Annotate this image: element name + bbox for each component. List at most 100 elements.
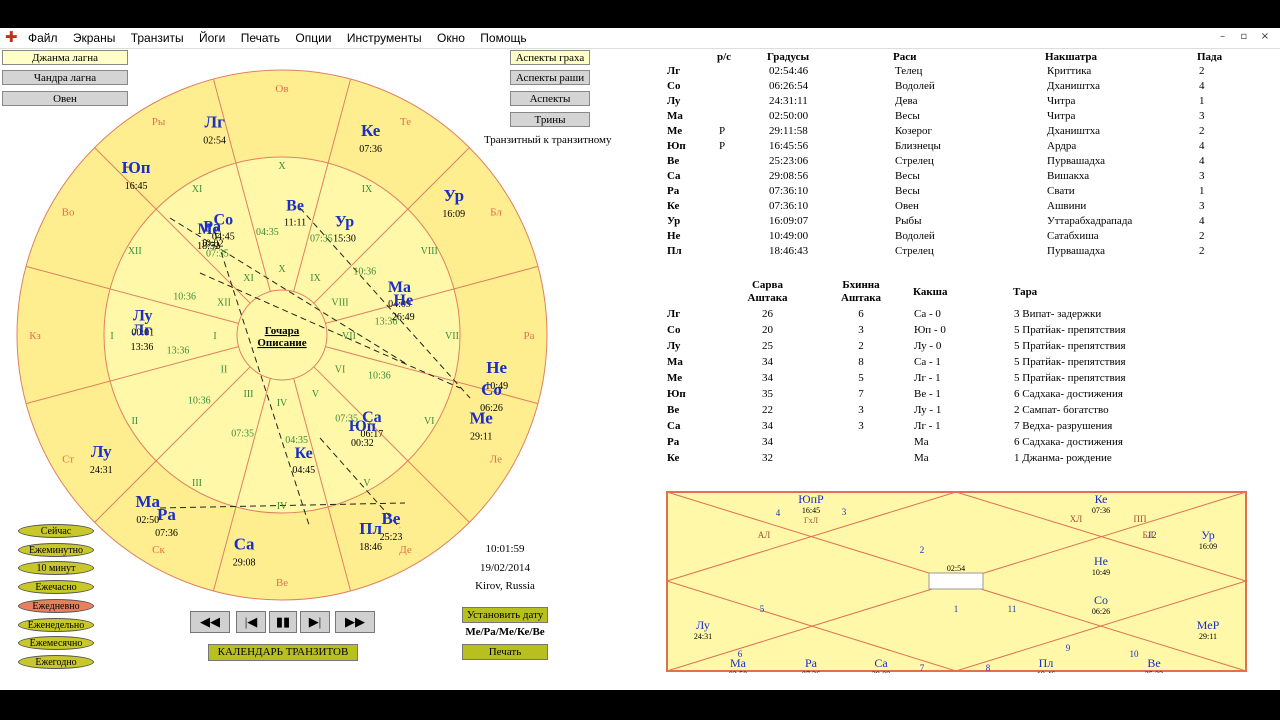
transit-planet[interactable]: Со [481,380,502,399]
chart-planet-degree: 24:31 [694,632,712,641]
menu-print[interactable]: Печать [235,28,286,48]
close-icon[interactable]: × [1256,28,1274,46]
house-number: XII [128,246,142,257]
pause-button[interactable]: ▮▮ [269,611,297,633]
position-cell: Близнецы [895,140,941,152]
sign-label: Бл [490,207,502,219]
transit-planet[interactable]: Лг [204,113,225,132]
transit-planet[interactable]: Ве [382,509,401,528]
house-number: V [363,478,371,489]
menu-bar: ✚ Файл Экраны Транзиты Йоги Печать Опции… [0,28,1280,49]
position-cell: Сатабхиша [1047,230,1099,242]
col-bhinna: Бхинна Аштака [841,279,881,304]
menu-options[interactable]: Опции [289,28,337,48]
natal-planet[interactable]: Ра [203,218,221,235]
restore-icon[interactable]: ▫ [1235,28,1253,46]
natal-planet[interactable]: Лг [132,322,151,339]
transit-planet-degree: 02:50 [136,515,159,526]
position-cell: Ма [667,110,683,122]
freq-minute[interactable]: Ежеминутно [18,543,94,557]
natal-planet[interactable]: Ке [295,445,313,462]
center-description[interactable]: Описание [257,337,306,349]
minimize-icon[interactable]: – [1214,28,1232,46]
chart-planet: Ве [1147,656,1160,670]
ashtaka-cell: Са - 0 [914,308,941,320]
menu-help[interactable]: Помощь [474,28,532,48]
chart-planet-degree: 02:54 [947,564,965,573]
ashtaka-cell: Ра [667,436,680,448]
natal-planet[interactable]: Ур [335,214,354,231]
set-date-button[interactable]: Установить дату [462,607,548,623]
transit-planet[interactable]: Ур [444,186,465,205]
col-tara: Тара [1013,285,1038,298]
fast-forward-button[interactable]: ▶▶ [335,611,375,633]
ashtaka-row: Лг 26 6 Са - 0 3 Випат- задержки [665,306,1242,322]
freq-hour[interactable]: Ежечасно [18,580,94,594]
chart-house-number: 12 [1148,530,1157,540]
app-logo-icon: ✚ [5,29,18,46]
ashtaka-row: Ке 32 Ма 1 Джанма- рождение [665,450,1242,466]
ashtaka-cell: 32 [762,452,773,464]
natal-planet[interactable]: Не [394,292,414,309]
natal-planet[interactable]: Ве [286,198,304,215]
ashtaka-cell: 6 Садхака- достижения [1014,436,1123,448]
position-row: Са 29:08:56 Весы Вишакха 3 [665,169,1233,184]
col-retro: р/с [717,51,732,63]
transit-planet[interactable]: Ке [361,121,381,140]
step-back-button[interactable]: |◀ [236,611,266,633]
ashtaka-cell: Юп [667,388,686,400]
menu-window[interactable]: Окно [431,28,471,48]
print-button[interactable]: Печать [462,644,548,660]
chart-planet: Со [1094,593,1108,607]
freq-week[interactable]: Еженедельно [18,618,94,632]
chart-planet-degree: 07:36 [1092,506,1110,515]
position-cell: 4 [1199,140,1205,152]
menu-yogas[interactable]: Йоги [193,28,231,48]
ashtaka-cell: 5 Пратйак- препятствия [1014,340,1126,352]
position-row: Пл 18:46:43 Стрелец Пурвашадха 2 [665,244,1233,259]
transit-calendar-button[interactable]: КАЛЕНДАРЬ ТРАНЗИТОВ [208,644,358,661]
transit-planet[interactable]: Ра [157,505,176,524]
ashtaka-cell: 34 [762,356,773,368]
house-number: VI [424,416,435,427]
natal-planet-degree: 04:45 [292,465,315,476]
position-cell: Телец [895,65,923,77]
transit-planet[interactable]: Пл [359,519,382,538]
natal-planet-degree: 11:11 [284,218,306,229]
position-cell: Ра [667,185,680,197]
rewind-button[interactable]: ◀◀ [190,611,230,633]
house-cusp-time: 04:35 [256,227,279,238]
position-cell: Ур [667,215,681,227]
transit-planet[interactable]: Юп [122,158,151,177]
position-cell: 1 [1199,95,1205,107]
position-cell: 3 [1199,110,1205,122]
freq-day[interactable]: Ежедневно [18,599,94,613]
menu-tools[interactable]: Инструменты [341,28,428,48]
menu-transits[interactable]: Транзиты [125,28,190,48]
house-number: V [312,389,320,400]
ashtaka-cell: 2 [858,340,864,352]
step-forward-button[interactable]: ▶| [300,611,330,633]
transit-planet[interactable]: Са [234,535,255,554]
freq-now[interactable]: Сейчас [18,524,94,538]
position-cell: Свати [1047,185,1075,197]
house-number: X [278,161,286,172]
house-number: I [213,331,216,342]
center-title[interactable]: Гочара [265,325,300,337]
menu-file[interactable]: Файл [22,28,64,48]
menu-screens[interactable]: Экраны [67,28,121,48]
freq-year[interactable]: Ежегодно [18,655,94,669]
transit-planet[interactable]: Ме [469,409,493,428]
col-rashi: Раси [893,51,917,63]
natal-planet[interactable]: Юп [349,418,376,435]
position-cell: Р [719,140,726,152]
freq-10min[interactable]: 10 минут [18,561,94,575]
transit-planet[interactable]: Лу [91,442,112,461]
chart-planet-tag: ГхЛ [804,516,819,525]
transit-planet[interactable]: Не [486,358,507,377]
position-cell [717,244,767,259]
position-cell: 2 [1199,65,1205,77]
freq-month[interactable]: Ежемесячно [18,636,94,650]
position-cell: Не [667,230,681,242]
position-cell: 3 [1199,200,1205,212]
